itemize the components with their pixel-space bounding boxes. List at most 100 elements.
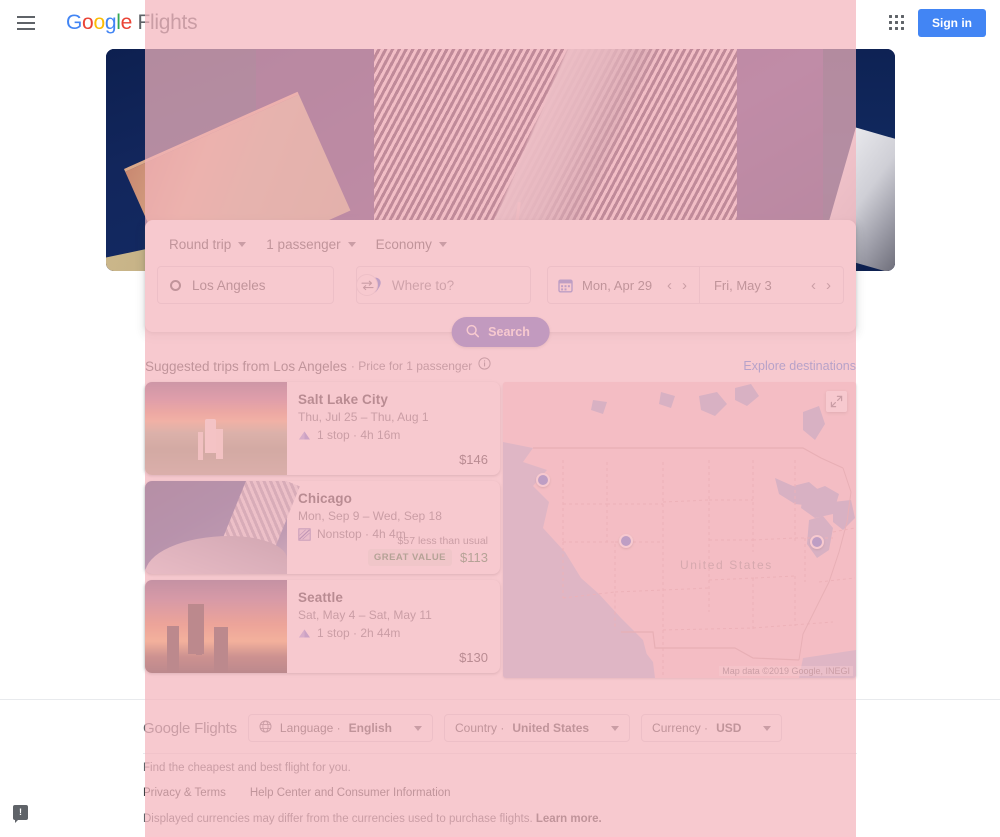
info-icon[interactable]	[478, 357, 491, 375]
search-button-label: Search	[488, 325, 530, 339]
trip-stops: Nonstop · 4h 4m	[317, 527, 406, 541]
chevron-down-icon	[347, 242, 356, 247]
departure-date-field[interactable]: Mon, Apr 29 ‹ ›	[548, 267, 699, 303]
trip-city: Seattle	[298, 590, 343, 605]
destination-placeholder: Where to?	[391, 277, 455, 293]
trip-price: $113	[460, 550, 488, 565]
salt-lake-city-thumbnail	[145, 382, 287, 475]
currency-selector[interactable]: Currency · USD	[641, 714, 783, 742]
suggested-trips-header: Suggested trips from Los Angeles · Price…	[145, 357, 856, 375]
delta-airline-icon	[298, 627, 311, 640]
flight-search-card: Round trip 1 passenger Economy Los Angel…	[145, 220, 856, 347]
origin-value: Los Angeles	[192, 277, 266, 293]
search-button[interactable]: Search	[451, 317, 550, 347]
chevron-down-icon	[414, 725, 422, 731]
country-selector[interactable]: Country · United States	[444, 714, 631, 742]
trip-stops: 1 stop · 2h 44m	[317, 626, 401, 640]
trip-dates: Mon, Sep 9 – Wed, Sep 18	[298, 509, 442, 523]
chicago-marker[interactable]	[810, 535, 824, 549]
suggested-trip-cards: Salt Lake City Thu, Jul 25 – Thu, Aug 1 …	[145, 382, 500, 679]
trip-stops: 1 stop · 4h 16m	[317, 428, 401, 442]
footer-product-name: Flights	[194, 719, 237, 737]
trip-city: Salt Lake City	[298, 392, 388, 407]
delta-airline-icon	[298, 429, 311, 442]
map-attribution: Map data ©2019 Google, INEGI	[719, 666, 853, 676]
apps-grid-icon[interactable]	[889, 15, 904, 30]
footer-settings-row: Google Flights Language · English Countr…	[143, 714, 783, 742]
origin-input[interactable]: Los Angeles	[157, 266, 334, 304]
trip-deal-note: $57 less than usual	[397, 535, 488, 547]
united-airline-icon	[298, 527, 311, 541]
chevron-down-icon	[438, 242, 447, 247]
product-name: Flights	[137, 10, 198, 34]
trip-card[interactable]: Seattle Sat, May 4 – Sat, May 11 1 stop …	[145, 580, 500, 673]
footer-google-word: Google	[143, 719, 191, 737]
footer-divider	[143, 753, 857, 754]
country-value: United States	[512, 721, 590, 735]
trip-city: Chicago	[298, 491, 352, 506]
language-label: Language ·	[279, 721, 341, 735]
trip-card[interactable]: Chicago Mon, Sep 9 – Wed, Sep 18 Nonstop…	[145, 481, 500, 574]
globe-icon	[259, 720, 272, 736]
trip-dates: Sat, May 4 – Sat, May 11	[298, 608, 432, 622]
passengers-dropdown[interactable]: 1 passenger	[256, 233, 365, 256]
departure-prev-day-button[interactable]: ‹	[663, 278, 676, 293]
expand-fullscreen-icon[interactable]	[826, 391, 847, 412]
date-range-field: Mon, Apr 29 ‹ › Fri, May 3 ‹ ›	[547, 266, 844, 304]
map-region-label: United States	[680, 558, 773, 572]
footer-tagline: Find the cheapest and best flight for yo…	[143, 762, 351, 774]
trip-type-label: Round trip	[169, 237, 232, 252]
footer-disclaimer: Displayed currencies may differ from the…	[143, 813, 533, 825]
seattle-marker[interactable]	[536, 473, 550, 487]
trip-card[interactable]: Salt Lake City Thu, Jul 25 – Thu, Aug 1 …	[145, 382, 500, 475]
calendar-icon	[558, 278, 573, 293]
chevron-down-icon	[238, 242, 247, 247]
seattle-thumbnail	[145, 580, 287, 673]
return-date-value: Fri, May 3	[713, 277, 772, 293]
learn-more-link[interactable]: Learn more.	[536, 813, 602, 825]
departure-next-day-button[interactable]: ›	[678, 278, 691, 293]
language-value: English	[348, 721, 392, 735]
trip-price: $146	[459, 452, 488, 467]
departure-date-value: Mon, Apr 29	[582, 277, 653, 293]
circle-origin-icon	[170, 279, 181, 291]
hamburger-menu-icon[interactable]	[14, 11, 38, 35]
currency-label: Currency ·	[652, 721, 709, 735]
sign-in-button[interactable]: Sign in	[918, 8, 986, 37]
swap-container	[345, 274, 389, 296]
chevron-down-icon	[611, 725, 620, 731]
privacy-terms-link[interactable]: Privacy & Terms	[143, 787, 226, 799]
return-date-field[interactable]: Fri, May 3 ‹ ›	[698, 267, 843, 303]
feedback-icon[interactable]: !	[13, 805, 28, 820]
trip-type-dropdown[interactable]: Round trip	[159, 233, 256, 256]
chevron-down-icon	[763, 725, 772, 731]
suggested-trips-title: Suggested trips from Los Angeles	[145, 358, 347, 374]
help-center-link[interactable]: Help Center and Consumer Information	[250, 787, 451, 799]
trip-price: $130	[459, 650, 488, 665]
app-header: Google Flights Sign in	[0, 0, 1000, 45]
google-flights-logo: Google Flights	[66, 10, 198, 34]
trip-dates: Thu, Jul 25 – Thu, Aug 1	[298, 410, 429, 424]
footer-links: Privacy & Terms Help Center and Consumer…	[143, 787, 451, 799]
search-icon	[465, 324, 479, 341]
passengers-label: 1 passenger	[266, 237, 341, 252]
swap-arrows-icon[interactable]	[356, 274, 378, 296]
cabin-class-dropdown[interactable]: Economy	[366, 233, 457, 256]
page-footer: Google Flights Language · English Countr…	[0, 700, 1000, 837]
currency-value: USD	[716, 721, 742, 735]
destinations-map[interactable]: United States Map data ©2019 Google, INE…	[503, 382, 856, 678]
salt-lake-city-marker[interactable]	[619, 534, 633, 548]
explore-destinations-link[interactable]: Explore destinations	[743, 359, 856, 373]
chicago-thumbnail	[145, 481, 287, 574]
great-value-badge: GREAT VALUE	[367, 549, 453, 566]
return-prev-day-button[interactable]: ‹	[807, 278, 820, 293]
suggested-trips-subtitle: · Price for 1 passenger	[350, 359, 473, 373]
cabin-class-label: Economy	[375, 237, 432, 252]
search-fields-row: Los Angeles Where to? Mon, Apr 29 ‹ › Fr…	[145, 256, 856, 304]
footer-disclaimer-row: Displayed currencies may differ from the…	[143, 813, 602, 825]
return-next-day-button[interactable]: ›	[822, 278, 835, 293]
language-selector[interactable]: Language · English	[247, 714, 433, 742]
footer-google-flights-logo: Google Flights	[143, 720, 237, 737]
country-label: Country ·	[455, 721, 505, 735]
search-options-row: Round trip 1 passenger Economy	[145, 220, 856, 256]
